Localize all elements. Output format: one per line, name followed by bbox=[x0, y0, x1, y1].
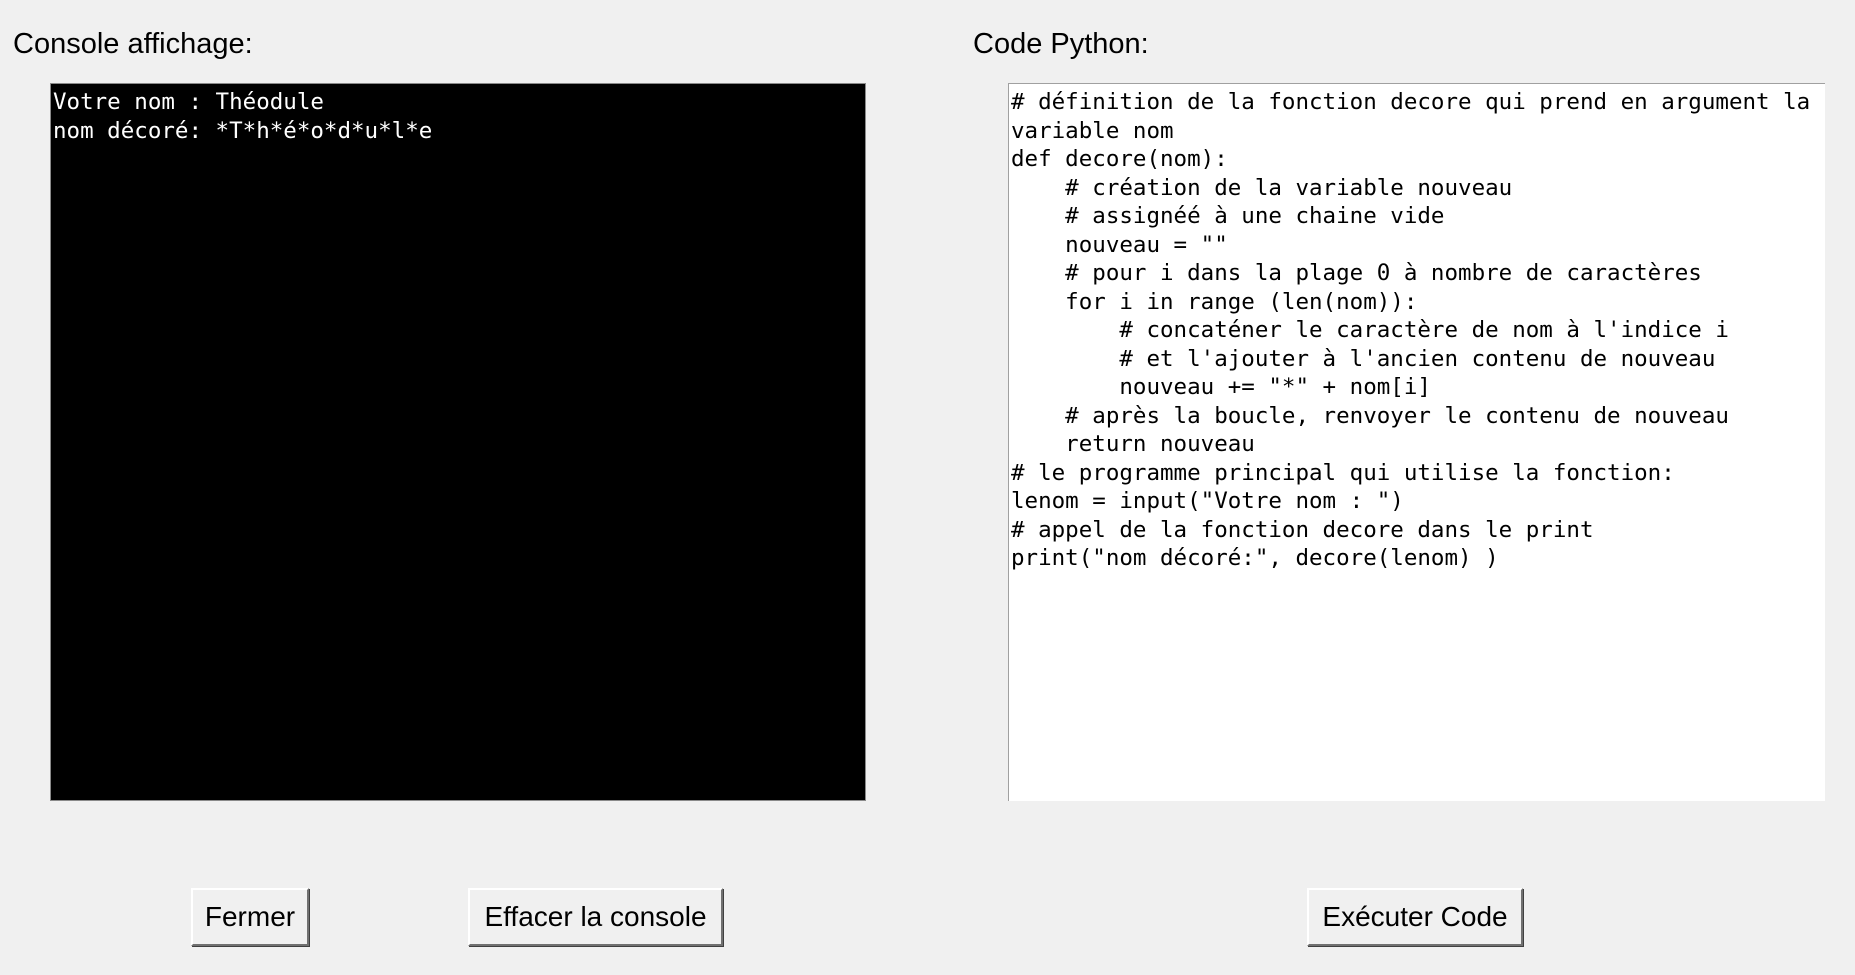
console-output-area[interactable]: Votre nom : Théodule nom décoré: *T*h*é*… bbox=[50, 83, 866, 801]
console-output-text: Votre nom : Théodule nom décoré: *T*h*é*… bbox=[53, 89, 433, 144]
clear-console-button[interactable]: Effacer la console bbox=[468, 888, 723, 946]
code-editor-text: # définition de la fonction decore qui p… bbox=[1011, 89, 1811, 571]
app-window: Console affichage: Votre nom : Théodule … bbox=[0, 0, 1855, 975]
code-label: Code Python: bbox=[973, 28, 1149, 60]
code-editor[interactable]: # définition de la fonction decore qui p… bbox=[1008, 83, 1825, 801]
console-label: Console affichage: bbox=[13, 28, 253, 60]
run-code-button[interactable]: Exécuter Code bbox=[1307, 888, 1523, 946]
close-button[interactable]: Fermer bbox=[191, 888, 309, 946]
